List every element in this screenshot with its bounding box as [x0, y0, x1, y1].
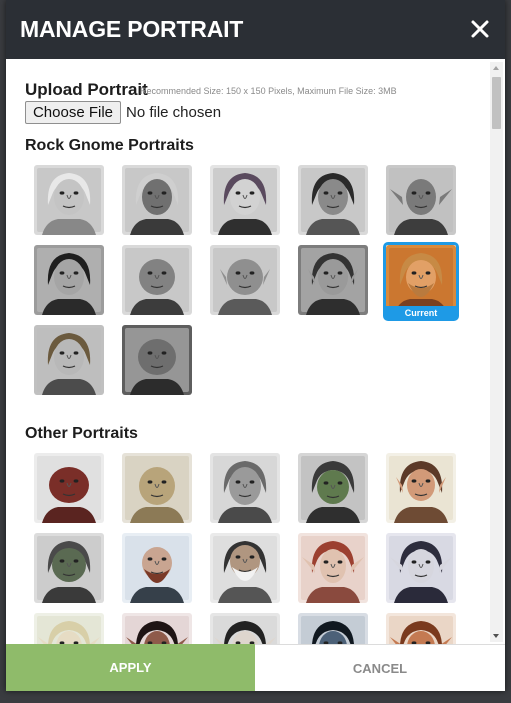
portrait-option[interactable]	[298, 613, 368, 644]
portrait-option[interactable]	[122, 165, 192, 235]
portrait-image	[210, 613, 280, 644]
scrollbar-thumb[interactable]	[492, 77, 501, 129]
portrait-image	[386, 165, 456, 235]
portrait-image	[34, 533, 104, 603]
portrait-image	[122, 533, 192, 603]
portrait-image	[210, 165, 280, 235]
portrait-image	[386, 613, 456, 644]
portrait-option[interactable]	[298, 165, 368, 235]
content-scrollbar[interactable]	[490, 62, 503, 642]
portrait-option[interactable]	[34, 533, 104, 603]
manage-portrait-modal: MANAGE PORTRAIT Upload Portrait Recommen…	[6, 0, 505, 691]
portrait-option[interactable]	[210, 613, 280, 644]
portrait-option[interactable]	[298, 453, 368, 523]
apply-button[interactable]: APPLY	[6, 644, 255, 691]
upload-portrait-label: Upload Portrait	[25, 80, 148, 99]
portrait-image	[386, 533, 456, 603]
portrait-image	[34, 453, 104, 523]
scroll-up-arrow-icon[interactable]	[493, 66, 499, 70]
other-portraits-title: Other Portraits	[25, 425, 138, 442]
portrait-option[interactable]	[122, 533, 192, 603]
portrait-option[interactable]	[34, 453, 104, 523]
cancel-button[interactable]: CANCEL	[255, 644, 505, 691]
portrait-image	[210, 533, 280, 603]
portrait-option[interactable]	[386, 533, 456, 603]
portrait-option[interactable]	[122, 245, 192, 315]
portrait-option[interactable]	[210, 245, 280, 315]
portrait-image	[298, 613, 368, 644]
portrait-option[interactable]	[210, 453, 280, 523]
portrait-image	[386, 453, 456, 523]
modal-footer: APPLY CANCEL	[6, 644, 505, 691]
portrait-image	[298, 165, 368, 235]
portrait-image	[210, 245, 280, 315]
portrait-option[interactable]	[34, 613, 104, 644]
portrait-image	[34, 165, 104, 235]
portrait-image	[298, 533, 368, 603]
portrait-option[interactable]	[386, 613, 456, 644]
portrait-option[interactable]	[122, 453, 192, 523]
current-portrait-option[interactable]: Current	[383, 242, 459, 321]
portrait-image	[122, 245, 192, 315]
portrait-option[interactable]	[122, 325, 192, 395]
portrait-option[interactable]	[386, 165, 456, 235]
modal-content[interactable]: Upload Portrait Recommended Size: 150 x …	[6, 59, 505, 644]
portrait-option[interactable]	[34, 245, 104, 315]
choose-file-button[interactable]: Choose File	[25, 101, 121, 124]
portrait-option[interactable]	[210, 165, 280, 235]
portrait-option[interactable]	[34, 325, 104, 395]
close-button[interactable]	[465, 14, 495, 44]
portrait-image	[122, 613, 192, 644]
portrait-option[interactable]	[386, 453, 456, 523]
portrait-image	[122, 325, 192, 395]
portrait-image	[34, 325, 104, 395]
scroll-down-arrow-icon[interactable]	[493, 634, 499, 638]
portrait-option[interactable]	[122, 613, 192, 644]
portrait-image	[298, 453, 368, 523]
portrait-image	[122, 165, 192, 235]
portrait-image	[34, 613, 104, 644]
portrait-option[interactable]	[210, 533, 280, 603]
portrait-option[interactable]	[34, 165, 104, 235]
portrait-image	[298, 245, 368, 315]
upload-hint: Recommended Size: 150 x 150 Pixels, Maxi…	[140, 86, 397, 96]
modal-title: MANAGE PORTRAIT	[20, 16, 244, 42]
no-file-chosen-text: No file chosen	[126, 104, 222, 121]
current-badge: Current	[383, 306, 459, 321]
portrait-option[interactable]	[298, 533, 368, 603]
rock-gnome-portraits-title: Rock Gnome Portraits	[25, 137, 194, 154]
portrait-image	[210, 453, 280, 523]
portrait-option[interactable]	[298, 245, 368, 315]
portrait-image	[122, 453, 192, 523]
modal-header: MANAGE PORTRAIT	[6, 0, 505, 59]
portrait-image	[34, 245, 104, 315]
close-icon	[471, 20, 489, 38]
